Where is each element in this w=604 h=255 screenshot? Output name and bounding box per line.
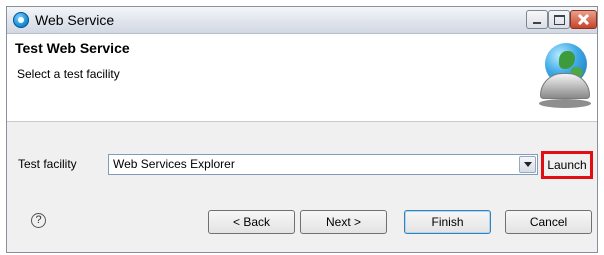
window-title: Web Service <box>35 12 115 28</box>
wizard-header: Test Web Service Select a test facility <box>7 34 597 122</box>
maximize-icon[interactable] <box>548 10 570 29</box>
minimize-icon[interactable] <box>526 10 548 29</box>
title-bar[interactable]: Web Service <box>7 7 597 34</box>
wizard-button-bar: ? < Back Next > Finish Cancel <box>7 191 597 252</box>
help-icon[interactable]: ? <box>31 213 46 228</box>
launch-button[interactable]: Launch <box>541 151 593 179</box>
web-service-icon <box>13 12 29 28</box>
globe-bell-icon <box>539 43 591 113</box>
next-button[interactable]: Next > <box>300 210 387 234</box>
cancel-button[interactable]: Cancel <box>505 210 592 234</box>
page-title: Test Web Service <box>15 40 130 56</box>
test-facility-label: Test facility <box>18 157 77 171</box>
finish-button[interactable]: Finish <box>404 210 491 234</box>
test-facility-row: Test facility Web Services Explorer Laun… <box>7 121 597 191</box>
chevron-down-icon[interactable] <box>519 156 536 173</box>
close-icon[interactable] <box>570 10 597 29</box>
back-button[interactable]: < Back <box>208 210 295 234</box>
web-service-dialog: Web Service Test Web Service Select a te… <box>6 6 598 253</box>
test-facility-select[interactable]: Web Services Explorer <box>108 154 538 175</box>
page-description: Select a test facility <box>17 67 120 81</box>
test-facility-value: Web Services Explorer <box>113 157 235 171</box>
